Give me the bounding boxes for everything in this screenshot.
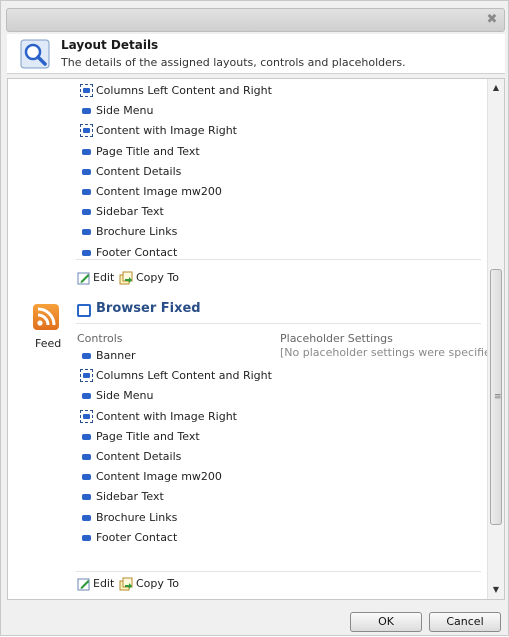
control-bullet-icon — [82, 189, 91, 195]
list-item-label: Content with Image Right — [96, 124, 237, 138]
list-item-label: Brochure Links — [96, 510, 178, 524]
control-bullet-icon — [80, 409, 93, 423]
list-item-label: Content Image mw200 — [96, 470, 222, 484]
control-bullet-icon — [82, 393, 91, 400]
control-bullet-icon — [82, 353, 91, 359]
edit-icon — [77, 578, 90, 591]
placeholder-note: [No placeholder settings were specified] — [280, 346, 503, 359]
list-item-label: Content with Image Right — [96, 409, 237, 423]
list-item-label: Page Title and Text — [96, 144, 200, 158]
list-item-label: Page Title and Text — [96, 429, 200, 443]
list-item-label: Banner — [96, 349, 136, 362]
control-bullet-icon — [82, 148, 91, 155]
divider — [76, 323, 481, 324]
list-item-label: Content Image mw200 — [96, 185, 222, 198]
feed-label: Feed — [35, 337, 62, 350]
copy-to-label: Copy To — [136, 577, 179, 590]
controls-heading: Controls — [77, 332, 123, 345]
layout-title: Browser Fixed — [96, 301, 201, 316]
placeholder-settings-heading: Placeholder Settings — [280, 332, 393, 345]
layout-box-icon — [77, 304, 91, 317]
control-bullet-icon — [82, 474, 91, 481]
dialog-footer: OK Cancel — [1, 601, 509, 637]
cancel-button[interactable]: Cancel — [429, 612, 501, 632]
grip-icon: ≡ — [494, 392, 502, 402]
list-item-label: Columns Left Content and Right — [96, 84, 272, 97]
rss-feed-icon — [33, 304, 59, 330]
control-bullet-icon — [80, 124, 93, 138]
list-item-label: Side Menu — [96, 389, 154, 403]
control-bullet-icon — [82, 108, 91, 115]
control-bullet-icon — [82, 534, 91, 541]
list-item-label: Columns Left Content and Right — [96, 369, 272, 383]
control-bullet-icon — [82, 249, 91, 256]
control-bullet-icon — [82, 494, 91, 501]
layout-details-dialog: ✖ Layout Details The details of the assi… — [0, 0, 509, 636]
list-item-label: Brochure Links — [96, 225, 178, 239]
list-item-label: Footer Contact — [96, 530, 178, 544]
scrollbar-thumb[interactable]: ≡ — [490, 269, 502, 525]
list-item-label: Sidebar Text — [96, 490, 164, 504]
scroll-up-arrow-icon[interactable]: ▲ — [488, 81, 504, 95]
list-item-label: Sidebar Text — [96, 205, 164, 219]
divider — [76, 571, 481, 572]
control-bullet-icon — [82, 229, 91, 236]
details-scroll-area[interactable]: Columns Left Content and Right Side Menu C… — [7, 78, 505, 600]
list-item-label: Content Details — [96, 164, 182, 178]
dialog-titlebar[interactable]: ✖ — [6, 8, 505, 32]
divider — [76, 259, 481, 260]
dialog-subtitle: The details of the assigned layouts, con… — [61, 56, 406, 69]
dialog-header: Layout Details The details of the assign… — [7, 34, 505, 74]
list-item-label: Side Menu — [96, 104, 154, 118]
dialog-title: Layout Details — [61, 38, 159, 52]
edit-label: Edit — [93, 577, 115, 590]
magnifier-icon — [20, 39, 50, 69]
control-bullet-icon — [82, 209, 91, 216]
vertical-scrollbar[interactable]: ▲ ≡ ▼ — [487, 79, 504, 599]
scroll-down-arrow-icon[interactable]: ▼ — [488, 583, 504, 597]
copy-to-label: Copy To — [136, 271, 179, 284]
list-item-label: Content Details — [96, 450, 182, 463]
control-bullet-icon — [82, 433, 91, 440]
copy-to-link[interactable]: Copy To — [119, 270, 189, 286]
copy-to-icon — [119, 577, 133, 591]
close-icon[interactable]: ✖ — [484, 12, 500, 28]
edit-label: Edit — [93, 271, 115, 284]
copy-to-icon — [119, 271, 133, 285]
control-bullet-icon — [82, 168, 91, 175]
control-bullet-icon — [82, 514, 91, 521]
edit-icon — [77, 272, 90, 285]
control-bullet-icon — [82, 454, 91, 460]
control-bullet-icon — [80, 369, 93, 383]
copy-to-link[interactable]: Copy To — [119, 576, 189, 592]
control-bullet-icon — [80, 84, 93, 97]
ok-button[interactable]: OK — [350, 612, 422, 632]
